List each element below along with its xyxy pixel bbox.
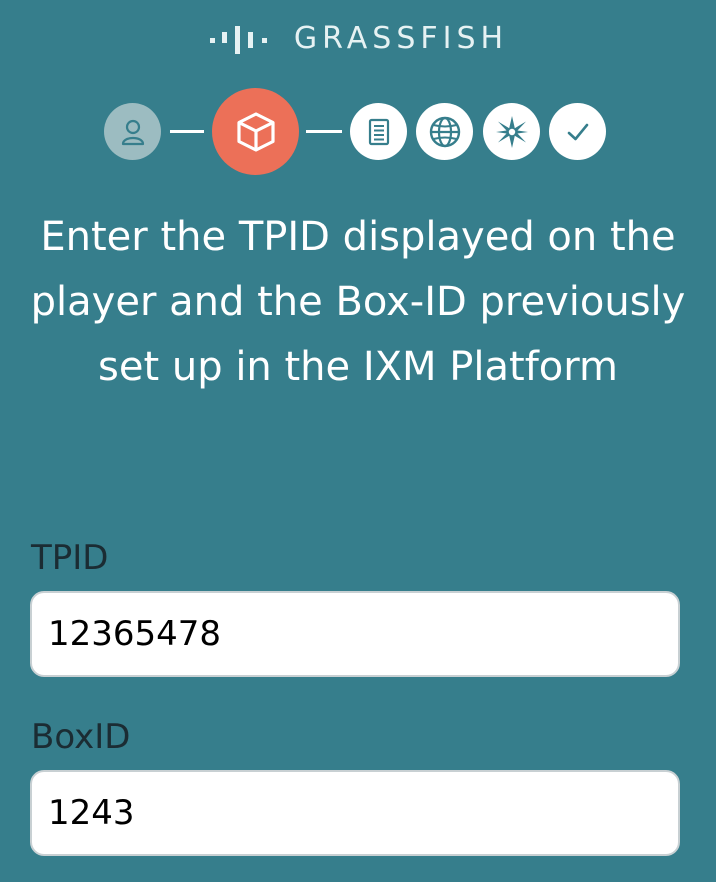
brand-name: GRASSFISH	[293, 21, 509, 56]
box-icon	[236, 111, 275, 152]
step-finish[interactable]	[549, 103, 606, 160]
tpid-input[interactable]	[30, 591, 680, 677]
setup-stepper	[0, 88, 716, 176]
grassfish-logo-icon	[209, 26, 267, 54]
step-compass[interactable]	[483, 103, 540, 160]
globe-icon	[429, 116, 460, 147]
step-globe[interactable]	[416, 103, 473, 160]
tpid-label: TPID	[31, 538, 109, 578]
instruction-text: Enter the TPID displayed on the player a…	[30, 214, 686, 390]
checkmark-icon	[567, 123, 588, 140]
compass-icon	[495, 115, 528, 148]
step-user[interactable]	[104, 103, 161, 160]
step-box[interactable]	[212, 88, 299, 175]
brand-logo: GRASSFISH	[0, 20, 716, 58]
document-icon	[368, 118, 389, 145]
step-connector	[170, 130, 204, 133]
user-icon	[121, 119, 144, 145]
step-connector	[306, 130, 342, 133]
boxid-label: BoxID	[31, 717, 131, 757]
step-document[interactable]	[350, 103, 407, 160]
boxid-input[interactable]	[30, 770, 680, 856]
